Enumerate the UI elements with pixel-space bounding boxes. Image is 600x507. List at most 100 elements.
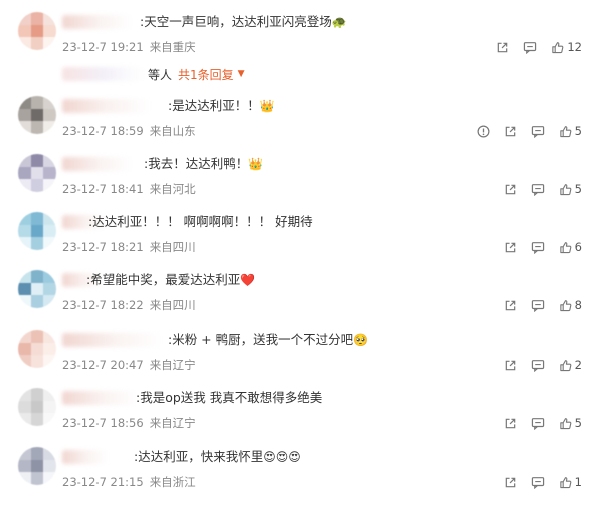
like-button[interactable]: 12 bbox=[551, 40, 582, 54]
like-icon bbox=[559, 359, 572, 372]
username-blurred[interactable] bbox=[62, 157, 132, 171]
report-icon[interactable] bbox=[477, 125, 490, 138]
like-count: 6 bbox=[574, 240, 582, 254]
like-button[interactable]: 5 bbox=[559, 416, 582, 430]
like-icon bbox=[559, 125, 572, 138]
username-blurred[interactable] bbox=[62, 391, 138, 405]
comment-actions: 2 bbox=[504, 357, 582, 373]
share-icon[interactable] bbox=[504, 417, 517, 430]
username-blurred[interactable] bbox=[62, 450, 108, 464]
username-blurred[interactable] bbox=[62, 99, 150, 113]
comment-meta: 23-12-7 20:47 来自辽宁 bbox=[62, 358, 196, 372]
comment-meta: 23-12-7 18:41 来自河北 bbox=[62, 182, 196, 196]
comment-date: 23-12-7 18:41 bbox=[62, 182, 144, 196]
like-icon bbox=[559, 299, 572, 312]
share-icon[interactable] bbox=[504, 359, 517, 372]
like-count: 5 bbox=[574, 416, 582, 430]
comment-icon[interactable] bbox=[531, 417, 545, 430]
like-count: 8 bbox=[574, 298, 582, 312]
like-icon bbox=[559, 241, 572, 254]
emoji-icon: 🥺 bbox=[353, 333, 369, 347]
comment-date: 23-12-7 18:21 bbox=[62, 240, 144, 254]
comment-text: :希望能中奖，最爱达达利亚❤️ bbox=[86, 272, 255, 288]
avatar[interactable] bbox=[18, 212, 56, 250]
comment-text-body: :达达利亚，快来我怀里 bbox=[134, 449, 264, 464]
avatar[interactable] bbox=[18, 12, 56, 50]
comment-actions: 12 bbox=[496, 39, 582, 55]
share-icon[interactable] bbox=[504, 183, 517, 196]
comment-actions: 8 bbox=[504, 297, 582, 313]
like-count: 2 bbox=[574, 358, 582, 372]
share-icon[interactable] bbox=[496, 41, 509, 54]
username-blurred[interactable] bbox=[62, 333, 164, 347]
comment-text-body: :达达利亚！！！ 啊啊啊啊！！！ 好期待 bbox=[88, 214, 313, 229]
comment-location: 来自辽宁 bbox=[149, 358, 196, 372]
comment-date: 23-12-7 18:56 bbox=[62, 416, 144, 430]
comment-icon[interactable] bbox=[531, 299, 545, 312]
avatar[interactable] bbox=[18, 330, 56, 368]
avatar[interactable] bbox=[18, 154, 56, 192]
comment-date: 23-12-7 19:21 bbox=[62, 40, 144, 54]
avatar[interactable] bbox=[18, 388, 56, 426]
comment-text-body: :希望能中奖，最爱达达利亚 bbox=[86, 272, 241, 287]
comment-text: :我去！达达利鸭！👑 bbox=[144, 156, 263, 172]
like-icon bbox=[559, 183, 572, 196]
emoji-icon: 👑 bbox=[259, 99, 275, 113]
comment-location: 来自重庆 bbox=[149, 40, 196, 54]
emoji-icon: 😍😍😍 bbox=[263, 450, 301, 464]
comment-text: :达达利亚，快来我怀里😍😍😍 bbox=[134, 449, 301, 465]
comment-location: 来自辽宁 bbox=[149, 416, 196, 430]
comment-text: :是达达利亚！！👑 bbox=[168, 98, 275, 114]
comment-text-body: :天空一声巨响，达达利亚闪亮登场 bbox=[140, 14, 332, 29]
comment-location: 来自四川 bbox=[149, 240, 196, 254]
username-blurred[interactable] bbox=[62, 15, 132, 29]
emoji-icon: 🐢 bbox=[331, 15, 347, 29]
comment-item: :希望能中奖，最爱达达利亚❤️ 23-12-7 18:22 来自四川 8 bbox=[0, 270, 600, 330]
avatar[interactable] bbox=[18, 270, 56, 308]
share-icon[interactable] bbox=[504, 476, 517, 489]
comment-item: :达达利亚！！！ 啊啊啊啊！！！ 好期待 23-12-7 18:21 来自四川 6 bbox=[0, 212, 600, 272]
reply-users-label: 等人 bbox=[148, 67, 173, 82]
comment-icon[interactable] bbox=[531, 241, 545, 254]
comment-text: :我是op送我 我真不敢想得多绝美 bbox=[136, 390, 322, 406]
comment-text-body: :是达达利亚！！ bbox=[168, 98, 260, 113]
share-icon[interactable] bbox=[504, 299, 517, 312]
comment-text: :达达利亚！！！ 啊啊啊啊！！！ 好期待 bbox=[88, 214, 313, 230]
like-button[interactable]: 1 bbox=[559, 475, 582, 489]
comment-meta: 23-12-7 18:59 来自山东 bbox=[62, 124, 196, 138]
like-icon bbox=[559, 417, 572, 430]
like-button[interactable]: 5 bbox=[559, 182, 582, 196]
share-icon[interactable] bbox=[504, 241, 517, 254]
comment-actions: 5 bbox=[477, 123, 582, 139]
comment-icon[interactable] bbox=[531, 183, 545, 196]
share-icon[interactable] bbox=[504, 125, 517, 138]
comment-date: 23-12-7 18:59 bbox=[62, 124, 144, 138]
comment-icon[interactable] bbox=[531, 125, 545, 138]
comment-meta: 23-12-7 21:15 来自浙江 bbox=[62, 475, 196, 489]
like-button[interactable]: 5 bbox=[559, 124, 582, 138]
like-icon bbox=[551, 41, 564, 54]
like-button[interactable]: 8 bbox=[559, 298, 582, 312]
like-button[interactable]: 6 bbox=[559, 240, 582, 254]
comment-icon[interactable] bbox=[531, 476, 545, 489]
comment-actions: 5 bbox=[504, 415, 582, 431]
comment-item: :达达利亚，快来我怀里😍😍😍 23-12-7 21:15 来自浙江 1 bbox=[0, 447, 600, 507]
like-button[interactable]: 2 bbox=[559, 358, 582, 372]
comment-date: 23-12-7 20:47 bbox=[62, 358, 144, 372]
view-replies-link[interactable]: 共1条回复 bbox=[178, 66, 234, 83]
chevron-down-icon[interactable]: ▼ bbox=[238, 69, 245, 79]
comment-text-body: :我是op送我 我真不敢想得多绝美 bbox=[136, 390, 323, 405]
comment-item: :是达达利亚！！👑 23-12-7 18:59 来自山东 5 bbox=[0, 96, 600, 156]
comment-item: :我是op送我 我真不敢想得多绝美 23-12-7 18:56 来自辽宁 5 bbox=[0, 388, 600, 448]
reply-avatars-blurred bbox=[62, 67, 144, 81]
comment-icon[interactable] bbox=[523, 41, 537, 54]
comment-location: 来自河北 bbox=[149, 182, 196, 196]
avatar[interactable] bbox=[18, 96, 56, 134]
like-count: 5 bbox=[574, 124, 582, 138]
avatar[interactable] bbox=[18, 447, 56, 485]
comment-meta: 23-12-7 18:21 来自四川 bbox=[62, 240, 196, 254]
comment-icon[interactable] bbox=[531, 359, 545, 372]
comment-date: 23-12-7 18:22 bbox=[62, 298, 144, 312]
comment-item: :我去！达达利鸭！👑 23-12-7 18:41 来自河北 5 bbox=[0, 154, 600, 214]
like-count: 12 bbox=[567, 40, 582, 54]
